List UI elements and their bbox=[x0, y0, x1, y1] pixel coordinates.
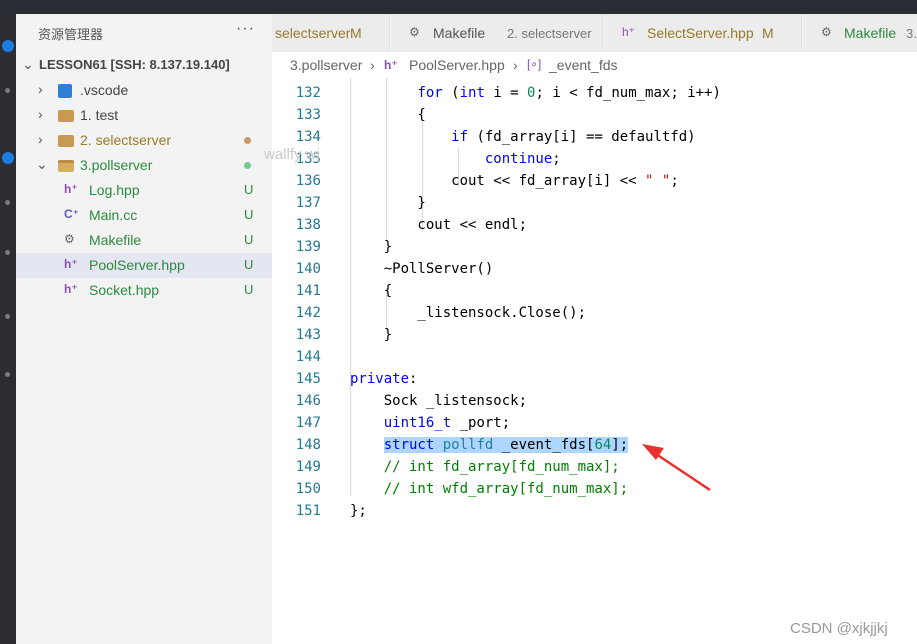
remote-explorer-icon[interactable] bbox=[5, 250, 10, 255]
breadcrumb-file[interactable]: PoolServer.hpp bbox=[409, 57, 505, 73]
tree-item-label: Socket.hpp bbox=[89, 282, 160, 298]
makefile-icon: ⚙ bbox=[409, 25, 420, 39]
makefile-icon: ⚙ bbox=[64, 232, 75, 246]
tree-item-label: 1. test bbox=[80, 107, 119, 123]
tab-modified-badge: M bbox=[762, 25, 774, 41]
workspace-root[interactable]: ⌄ LESSON61 [SSH: 8.137.19.140] bbox=[16, 53, 272, 78]
tab-description: 3. bbox=[906, 26, 917, 41]
search-icon[interactable] bbox=[5, 88, 10, 93]
field-symbol-icon: [∘] bbox=[527, 57, 542, 71]
tree-item-selectserver[interactable]: › 2. selectserver bbox=[16, 128, 272, 153]
tree-item-test[interactable]: › 1. test bbox=[16, 103, 272, 128]
tree-item-label: 3.pollserver bbox=[80, 157, 153, 173]
tree-item-pollserver[interactable]: ⌄ 3.pollserver bbox=[16, 153, 272, 178]
activity-bar bbox=[0, 14, 16, 644]
arrow-shaft bbox=[649, 448, 711, 492]
csdn-watermark: CSDN @xjkjjkj bbox=[790, 620, 888, 637]
folder-open-icon bbox=[58, 160, 74, 172]
tab-label: Makefile bbox=[433, 25, 486, 41]
chevron-right-icon: › bbox=[38, 106, 43, 122]
hpp-file-icon: h⁺ bbox=[384, 58, 398, 72]
tree-item-label: .vscode bbox=[80, 82, 129, 98]
code-editor[interactable]: 132 for (int i = 0; i < fd_num_max; i++)… bbox=[272, 78, 917, 644]
tree-item-log-hpp[interactable]: h⁺ Log.hpp U bbox=[16, 178, 272, 203]
run-debug-icon[interactable] bbox=[5, 200, 10, 205]
cpp-file-icon: C⁺ bbox=[64, 207, 79, 221]
tree-item-poolserver-hpp[interactable]: h⁺ PoolServer.hpp U bbox=[16, 253, 272, 278]
vscode-folder-icon bbox=[58, 84, 72, 98]
git-status-badge: U bbox=[244, 232, 254, 247]
breadcrumb: 3.pollserver › h⁺ PoolServer.hpp › [∘] _… bbox=[272, 52, 917, 78]
editor-tabs: selectserver M ⚙ Makefile 2. selectserve… bbox=[272, 14, 917, 52]
breadcrumb-folder[interactable]: 3.pollserver bbox=[290, 57, 362, 73]
tree-item-label: PoolServer.hpp bbox=[89, 257, 185, 273]
tab-label: Makefile bbox=[844, 25, 897, 41]
tab-label: SelectServer.hpp bbox=[647, 25, 754, 41]
tab-label: selectserver bbox=[275, 25, 351, 41]
folder-icon bbox=[58, 110, 74, 122]
accounts-icon[interactable] bbox=[5, 372, 10, 377]
tree-item-makefile[interactable]: ⚙ Makefile U bbox=[16, 228, 272, 253]
untracked-dot-icon bbox=[244, 162, 251, 169]
tab-selectserver-hpp[interactable]: h⁺ SelectServer.hpp M bbox=[604, 14, 802, 52]
tree-item-label: Makefile bbox=[89, 232, 142, 248]
chevron-right-icon: › bbox=[513, 57, 518, 73]
makefile-icon: ⚙ bbox=[821, 25, 832, 39]
chevron-right-icon: › bbox=[38, 81, 43, 97]
tree-item-main-cc[interactable]: C⁺ Main.cc U bbox=[16, 203, 272, 228]
hpp-file-icon: h⁺ bbox=[64, 282, 78, 296]
tab-modified-badge: M bbox=[350, 25, 362, 41]
explorer-badge-icon[interactable] bbox=[2, 40, 14, 52]
more-actions-icon[interactable]: ··· bbox=[236, 20, 255, 38]
tree-item-label: Main.cc bbox=[89, 207, 138, 223]
workspace-root-label: LESSON61 [SSH: 8.137.19.140] bbox=[39, 57, 230, 72]
user-watermark: wallfy wj bbox=[264, 146, 320, 163]
git-status-badge: U bbox=[244, 282, 254, 297]
breadcrumb-symbol[interactable]: _event_fds bbox=[549, 57, 618, 73]
explorer-title: 资源管理器 bbox=[38, 27, 104, 42]
tab-makefile-pollserver[interactable]: ⚙ Makefile 3. bbox=[803, 14, 917, 52]
tab-description: 2. selectserver bbox=[507, 26, 592, 41]
source-control-badge-icon[interactable] bbox=[2, 152, 14, 164]
tree-item-label: 2. selectserver bbox=[80, 132, 172, 148]
hpp-file-icon: h⁺ bbox=[64, 257, 78, 271]
tree-item-socket-hpp[interactable]: h⁺ Socket.hpp U bbox=[16, 278, 272, 303]
chevron-down-icon: ⌄ bbox=[22, 56, 34, 72]
tab-makefile-selectserver[interactable]: ⚙ Makefile 2. selectserver bbox=[391, 14, 603, 52]
annotation-arrow bbox=[642, 444, 711, 492]
git-status-badge: U bbox=[244, 182, 254, 197]
tree-item-vscode[interactable]: › .vscode bbox=[16, 78, 272, 103]
modified-dot-icon bbox=[244, 137, 251, 144]
folder-icon bbox=[58, 135, 74, 147]
hpp-file-icon: h⁺ bbox=[622, 25, 636, 39]
chevron-right-icon: › bbox=[370, 57, 375, 73]
extensions-icon[interactable] bbox=[5, 314, 10, 319]
title-bar bbox=[0, 0, 917, 14]
chevron-down-icon: ⌄ bbox=[36, 156, 48, 172]
tree-item-label: Log.hpp bbox=[89, 182, 140, 198]
tab-selectserver[interactable]: selectserver M bbox=[272, 14, 390, 52]
chevron-right-icon: › bbox=[38, 131, 43, 147]
explorer-panel: 资源管理器 ··· ⌄ LESSON61 [SSH: 8.137.19.140]… bbox=[16, 14, 272, 644]
hpp-file-icon: h⁺ bbox=[64, 182, 78, 196]
git-status-badge: U bbox=[244, 207, 254, 222]
git-status-badge: U bbox=[244, 257, 254, 272]
